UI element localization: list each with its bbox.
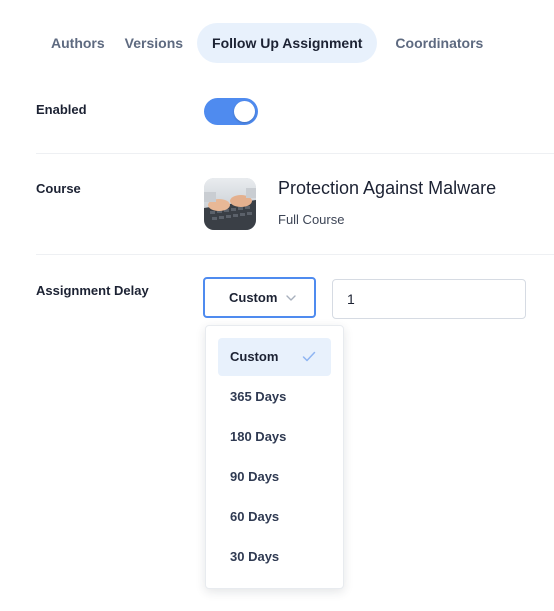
course-thumbnail	[204, 178, 256, 230]
tab-follow-up-assignment[interactable]: Follow Up Assignment	[197, 23, 378, 63]
option-30-days[interactable]: 30 Days	[218, 538, 331, 576]
course-title: Protection Against Malware	[278, 178, 497, 198]
course-subtitle: Full Course	[278, 212, 345, 227]
divider	[36, 254, 554, 255]
tab-authors[interactable]: Authors	[36, 23, 115, 63]
option-label: 30 Days	[230, 549, 280, 564]
option-60-days[interactable]: 60 Days	[218, 498, 331, 536]
tab-bar: Authors Versions Follow Up Assignment Co…	[36, 23, 493, 63]
option-365-days[interactable]: 365 Days	[218, 378, 331, 416]
custom-delay-input[interactable]	[332, 279, 526, 319]
option-90-days[interactable]: 90 Days	[218, 458, 331, 496]
option-label: 60 Days	[230, 509, 280, 524]
keyboard-typing-photo-icon	[204, 178, 256, 230]
assignment-delay-dropdown: Custom 365 Days 180 Days 90 Days 60 Days…	[205, 325, 344, 589]
tab-versions[interactable]: Versions	[115, 23, 193, 63]
toggle-knob	[234, 101, 255, 122]
divider	[36, 153, 554, 154]
checkmark-icon	[302, 351, 316, 362]
assignment-delay-select[interactable]: Custom	[203, 277, 316, 318]
option-label: 90 Days	[230, 469, 280, 484]
select-value: Custom	[229, 290, 278, 305]
course-label: Course	[36, 181, 81, 196]
chevron-down-icon	[286, 294, 297, 301]
enabled-toggle[interactable]	[204, 98, 258, 125]
tab-coordinators[interactable]: Coordinators	[385, 23, 493, 63]
option-label: 180 Days	[230, 429, 287, 444]
assignment-delay-label: Assignment Delay	[36, 283, 149, 298]
option-180-days[interactable]: 180 Days	[218, 418, 331, 456]
option-label: Custom	[230, 349, 279, 364]
option-custom[interactable]: Custom	[218, 338, 331, 376]
option-label: 365 Days	[230, 389, 287, 404]
enabled-label: Enabled	[36, 102, 87, 117]
